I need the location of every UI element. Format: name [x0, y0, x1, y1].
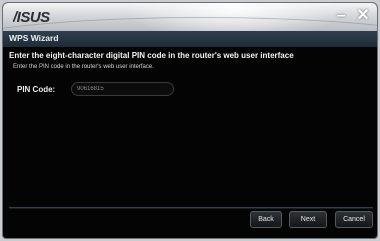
close-icon[interactable]: ✕	[355, 8, 371, 24]
wizard-header: WPS Wizard	[3, 31, 377, 47]
back-button[interactable]: Back	[250, 211, 282, 228]
instruction-heading: Enter the eight-character digital PIN co…	[9, 51, 294, 60]
pin-code-input[interactable]	[71, 82, 174, 96]
minimize-icon[interactable]: –	[333, 8, 349, 24]
wps-wizard-window: /ISUS – ✕ WPS Wizard Enter the eight-cha…	[2, 2, 378, 239]
cancel-button[interactable]: Cancel	[335, 211, 373, 228]
instruction-subtext: Enter the PIN code in the router's web u…	[13, 64, 154, 70]
title-bar[interactable]: /ISUS – ✕	[3, 3, 377, 31]
asus-logo: /ISUS	[13, 9, 51, 25]
next-button[interactable]: Next	[289, 211, 327, 228]
pin-code-label: PIN Code:	[17, 85, 56, 94]
wizard-title: WPS Wizard	[9, 33, 59, 43]
svg-text:/ISUS: /ISUS	[13, 9, 50, 25]
